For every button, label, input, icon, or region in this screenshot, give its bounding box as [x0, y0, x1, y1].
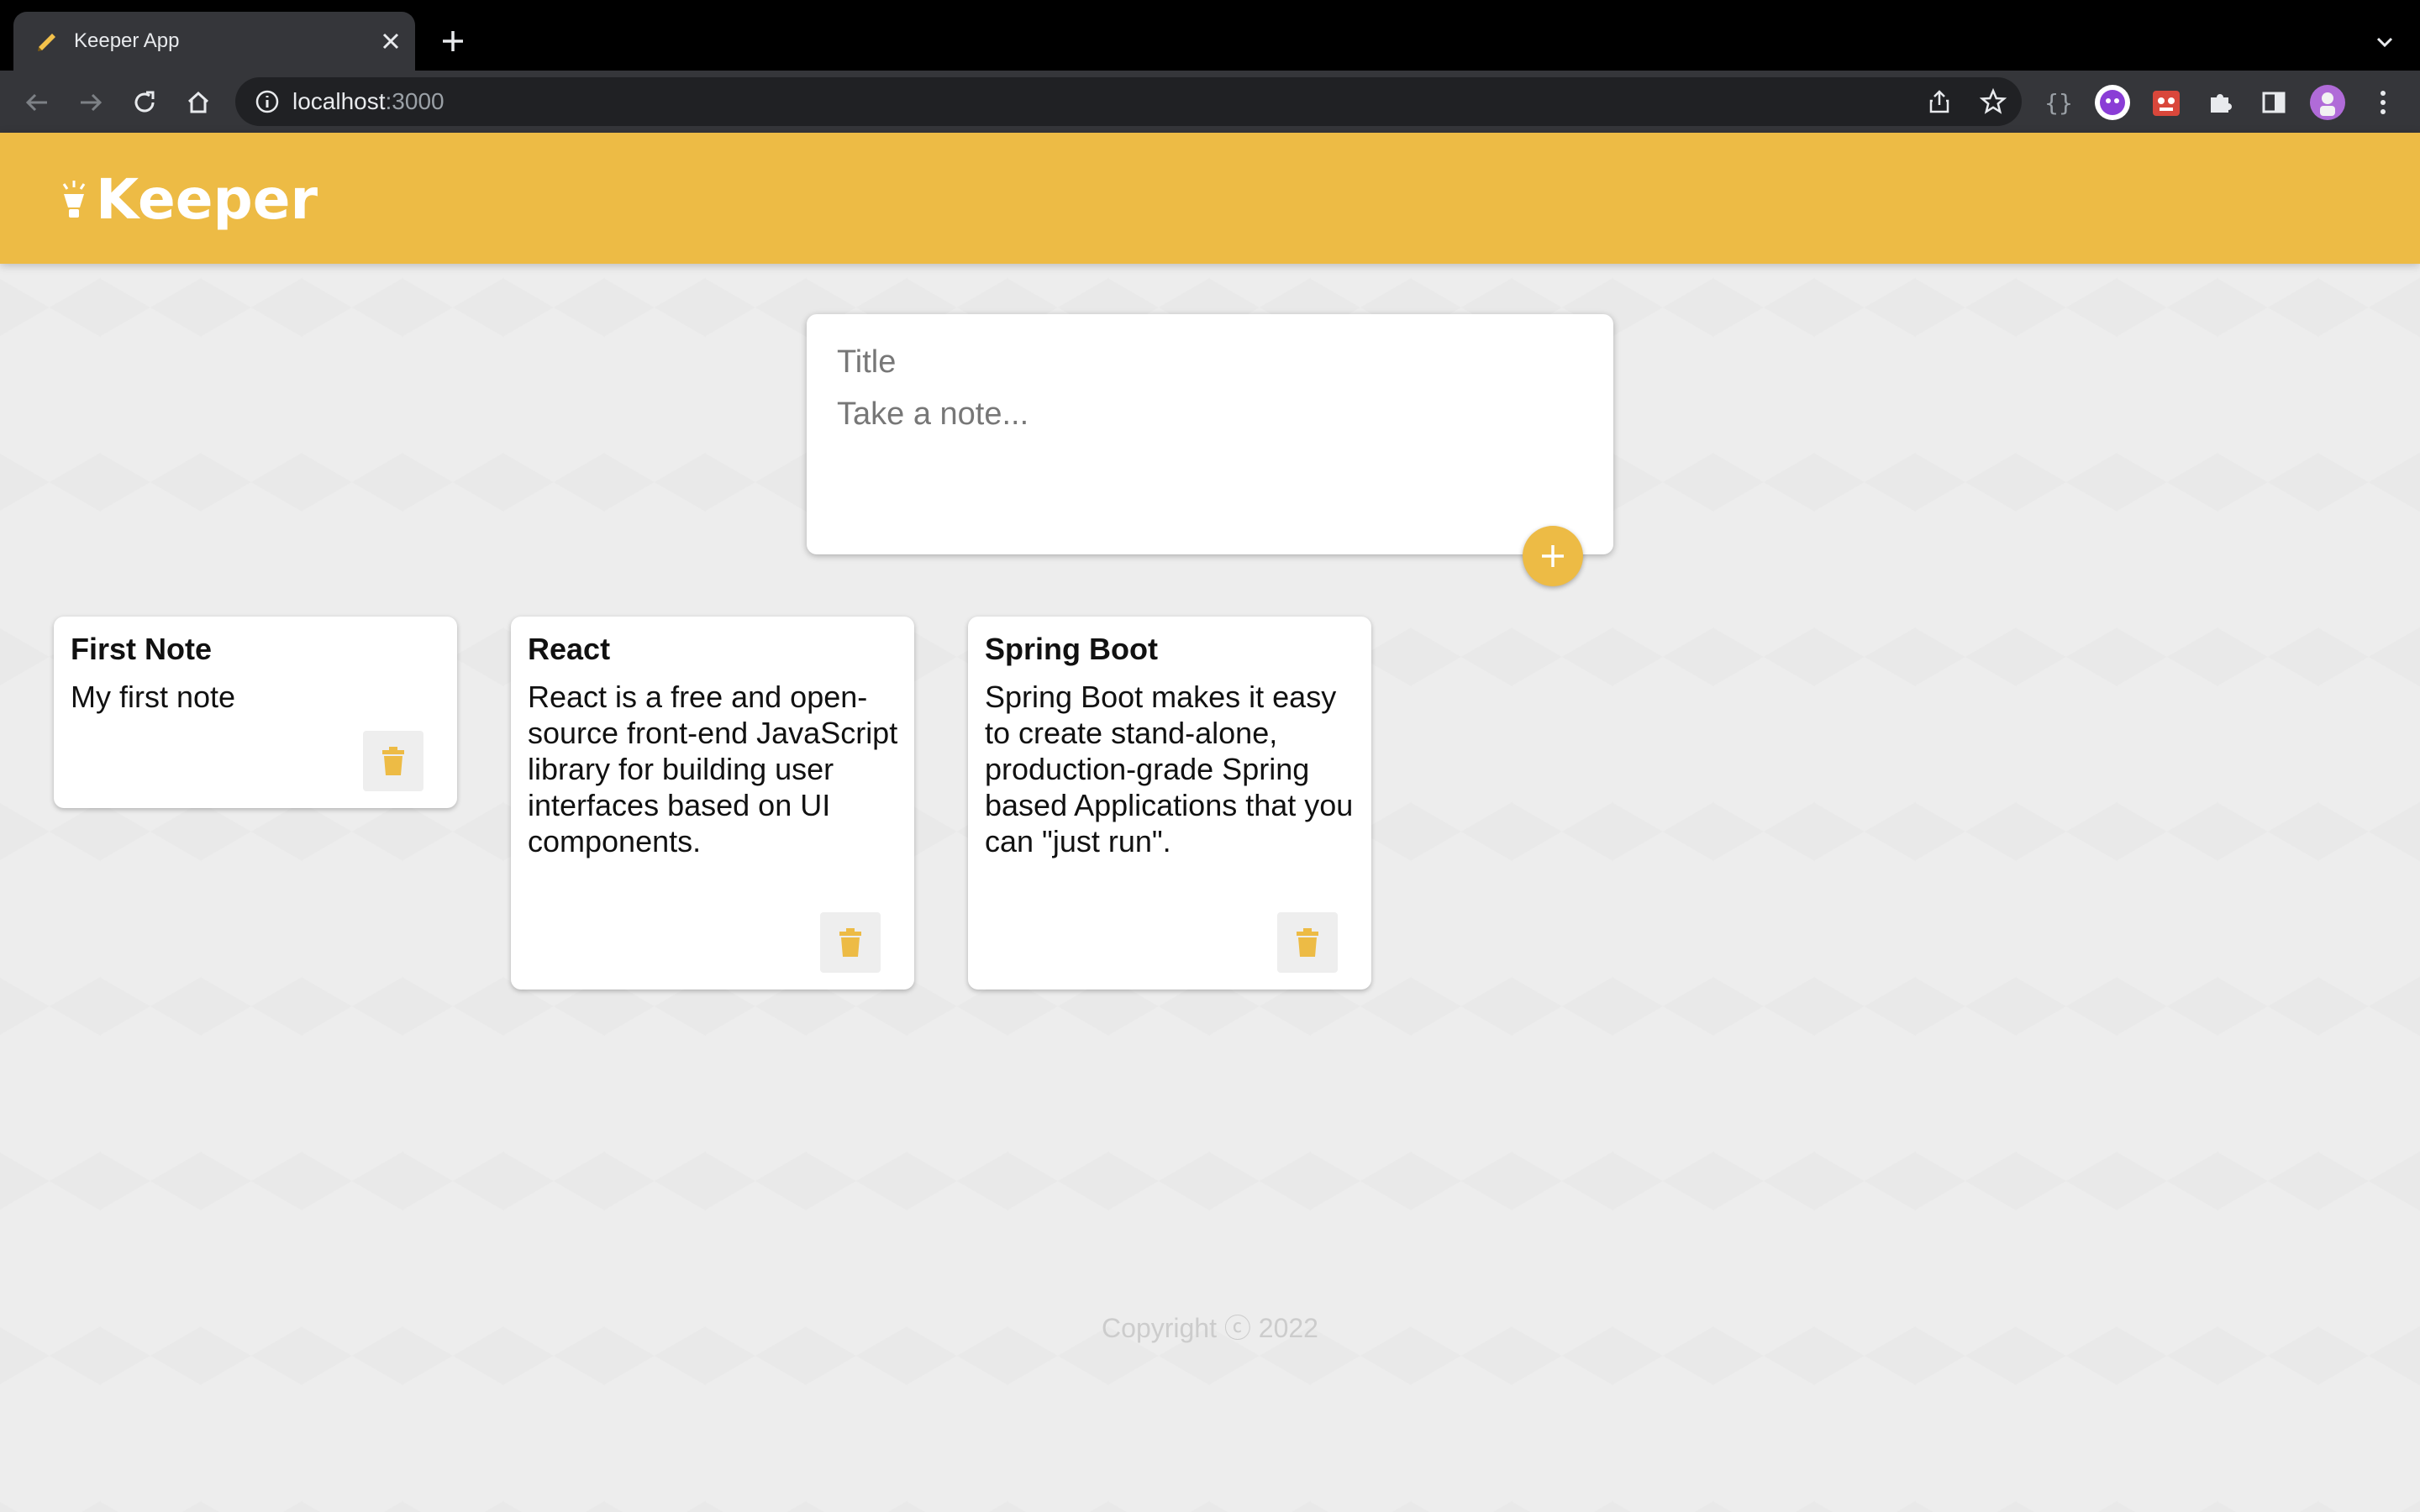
- menu-dots-icon: [2381, 91, 2386, 114]
- plus-icon: [443, 31, 463, 51]
- logo-text: Keeper: [96, 166, 318, 232]
- delete-note-button[interactable]: [1277, 912, 1338, 973]
- reload-icon: [134, 91, 155, 113]
- plus-icon: [1542, 545, 1564, 567]
- url-text: localhost:3000: [292, 88, 445, 114]
- share-button[interactable]: [1924, 87, 1954, 117]
- trash-icon: [1297, 928, 1318, 957]
- app-logo[interactable]: Keeper: [57, 167, 318, 232]
- side-panel-icon: [2262, 92, 2286, 113]
- note-content: My first note: [71, 680, 236, 714]
- copyright-text: Copyright ⓒ 2022: [1102, 1313, 1318, 1343]
- puzzle-icon: [2211, 94, 2232, 113]
- side-panel-button[interactable]: [2255, 84, 2292, 121]
- app-header: Keeper: [0, 133, 2420, 264]
- reload-button[interactable]: [126, 84, 163, 121]
- forward-button[interactable]: [72, 84, 109, 121]
- browser-toolbar: localhost:3000 {}: [0, 71, 2420, 133]
- tab-close-button[interactable]: [375, 25, 407, 57]
- note-card: Spring Boot Spring Boot makes it easy to…: [968, 617, 1371, 990]
- note-content: React is a free and open-source front-en…: [528, 680, 898, 858]
- close-icon: [382, 33, 399, 50]
- trash-icon: [382, 747, 404, 775]
- note-title: First Note: [71, 632, 213, 666]
- add-note-button[interactable]: [1523, 526, 1583, 586]
- chevron-down-icon: [2376, 37, 2393, 48]
- back-button[interactable]: [18, 84, 55, 121]
- lightbulb-icon: [62, 181, 86, 218]
- delete-note-button[interactable]: [363, 731, 424, 791]
- create-note-form: [807, 314, 1613, 554]
- avatar: [2310, 85, 2345, 120]
- browser-menu-button[interactable]: [2365, 84, 2402, 121]
- extension-purple[interactable]: [2094, 84, 2131, 121]
- note-card: First Note My first note: [54, 617, 457, 808]
- note-title: React: [528, 632, 611, 666]
- profile-button[interactable]: [2309, 84, 2346, 121]
- new-tab-button[interactable]: [435, 24, 471, 59]
- note-content: Spring Boot makes it easy to create stan…: [985, 680, 1354, 858]
- info-icon: [255, 90, 279, 113]
- note-title-input[interactable]: [837, 344, 1576, 381]
- extension-icon: [2095, 85, 2130, 120]
- address-bar[interactable]: localhost:3000: [235, 77, 2022, 126]
- note-content-input[interactable]: [837, 396, 1576, 522]
- tab-favicon-icon: [38, 34, 55, 51]
- note-card: React React is a free and open-source fr…: [511, 617, 914, 990]
- braces-icon: {}: [2044, 88, 2073, 117]
- note-title: Spring Boot: [985, 632, 1158, 666]
- home-icon: [187, 91, 209, 113]
- tab-title: Keeper App: [74, 29, 180, 52]
- footer: Copyright ⓒ 2022: [0, 1307, 2420, 1346]
- home-button[interactable]: [180, 84, 217, 121]
- star-icon: [1980, 88, 2007, 114]
- back-icon: [25, 93, 47, 112]
- tab-search-button[interactable]: [2368, 25, 2402, 59]
- bookmark-button[interactable]: [1978, 87, 2008, 117]
- trash-icon: [839, 928, 861, 957]
- forward-icon: [81, 93, 103, 112]
- extension-icon: [2153, 91, 2180, 116]
- browser-tab[interactable]: Keeper App: [13, 12, 415, 71]
- extensions-button[interactable]: [2202, 84, 2238, 121]
- extension-braces[interactable]: {}: [2040, 84, 2077, 121]
- delete-note-button[interactable]: [820, 912, 881, 973]
- extension-red[interactable]: [2148, 84, 2185, 121]
- browser-tabstrip: Keeper App: [0, 0, 2420, 71]
- share-icon: [1929, 90, 1949, 113]
